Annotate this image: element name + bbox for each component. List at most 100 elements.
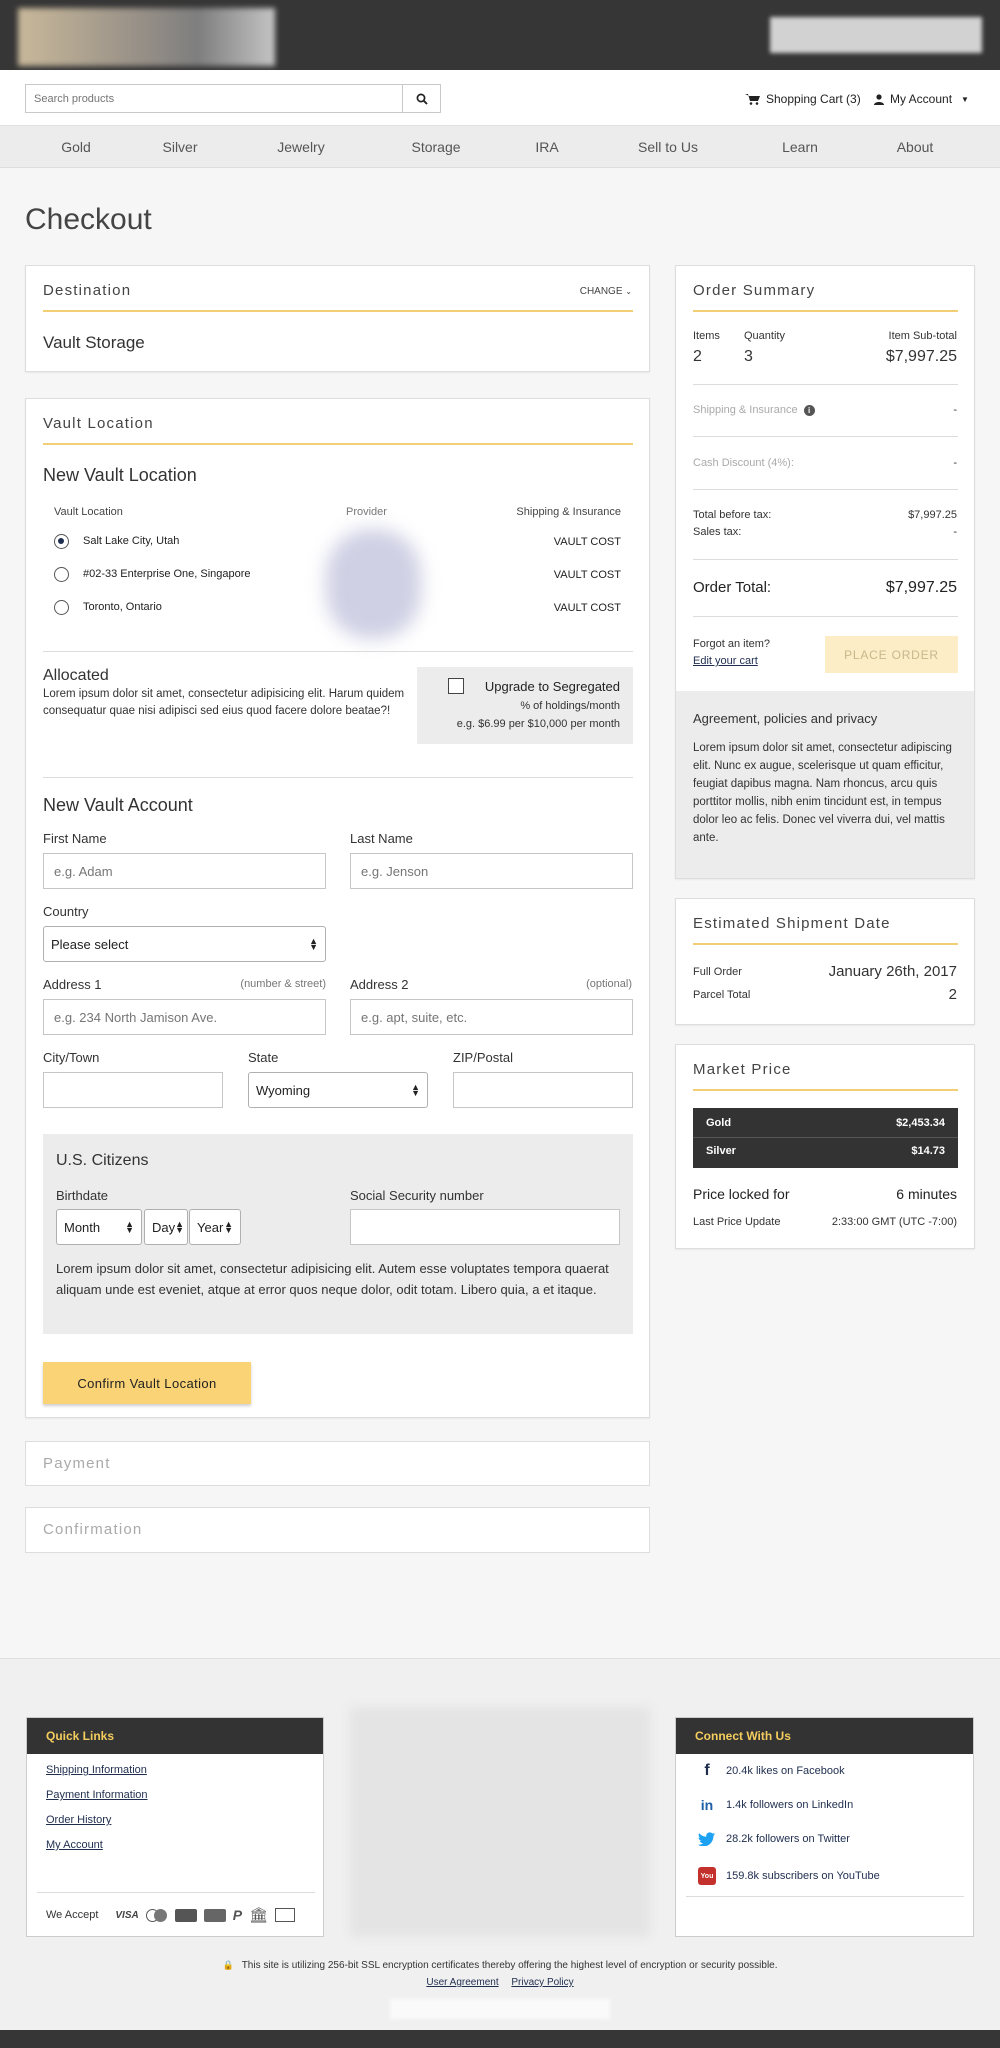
user-agreement-link[interactable]: User Agreement: [426, 1977, 498, 1988]
connect-title: Connect With Us: [676, 1718, 973, 1754]
birth-month-select[interactable]: Month ▲ ▼: [56, 1209, 142, 1245]
nav-item-learn[interactable]: Learn: [782, 139, 818, 155]
divider: [37, 1892, 315, 1893]
order-total-value: $7,997.25: [885, 579, 957, 596]
items-label: Items: [693, 330, 720, 342]
new-vault-location-heading: New Vault Location: [43, 465, 197, 485]
mastercard-icon: [145, 1908, 168, 1922]
location-cost: VAULT COST: [553, 602, 621, 614]
cart-label: Shopping Cart (3): [766, 92, 861, 106]
link-payment-information[interactable]: Payment Information: [46, 1789, 148, 1801]
upgrade-checkbox[interactable]: [448, 678, 464, 694]
items-value: 2: [693, 348, 702, 365]
address1-field[interactable]: [43, 999, 326, 1035]
user-icon: [874, 93, 884, 105]
confirmation-section[interactable]: Confirmation: [25, 1507, 650, 1553]
confirm-vault-location-button[interactable]: Confirm Vault Location: [43, 1362, 251, 1404]
shipping-label: Shipping & Insurance: [693, 404, 798, 416]
nav-item-ira[interactable]: IRA: [535, 139, 558, 155]
select-arrows-icon: ▲ ▼: [175, 1219, 185, 1235]
shipment-date-panel: Estimated Shipment Date Full Order Janua…: [675, 898, 975, 1025]
location-radio-salt-lake[interactable]: [54, 534, 69, 549]
column-shipping: Shipping & Insurance: [516, 506, 621, 518]
country-select[interactable]: Please select ▲ ▼: [43, 926, 326, 962]
payment-section[interactable]: Payment: [25, 1441, 650, 1486]
divider: [693, 489, 958, 490]
select-arrows-icon: ▲ ▼: [224, 1219, 233, 1235]
divider: [693, 1089, 958, 1091]
logo[interactable]: [18, 8, 275, 66]
link-my-account[interactable]: My Account: [46, 1839, 148, 1851]
confirmation-title: Confirmation: [43, 1521, 143, 1538]
last-update-label: Last Price Update: [693, 1216, 781, 1228]
top-header: [0, 0, 1000, 70]
nav-item-about[interactable]: About: [897, 139, 934, 155]
country-label: Country: [43, 904, 89, 919]
allocated-text: Lorem ipsum dolor sit amet, consectetur …: [43, 688, 405, 717]
youtube-link[interactable]: You 159.8k subscribers on YouTube: [698, 1867, 880, 1885]
us-citizens-text: Lorem ipsum dolor sit amet, consectetur …: [56, 1261, 609, 1297]
link-shipping-information[interactable]: Shipping Information: [46, 1764, 148, 1776]
birth-day-select[interactable]: Day ▲ ▼: [144, 1209, 188, 1245]
shipping-value: -: [953, 404, 957, 416]
city-field[interactable]: [43, 1072, 223, 1108]
youtube-icon: You: [698, 1867, 716, 1885]
divider: [43, 310, 633, 312]
link-order-history[interactable]: Order History: [46, 1814, 148, 1826]
nav-item-silver[interactable]: Silver: [162, 139, 197, 155]
address2-field[interactable]: [350, 999, 633, 1035]
edit-cart-link[interactable]: Edit your cart: [693, 655, 758, 667]
linkedin-label: 1.4k followers on LinkedIn: [726, 1799, 854, 1811]
forgot-item-text: Forgot an item?: [693, 638, 771, 650]
info-icon[interactable]: i: [803, 404, 815, 416]
my-account-menu[interactable]: My Account ▼: [874, 92, 969, 106]
chevron-down-icon: ▼: [961, 94, 969, 104]
column-vault-location: Vault Location: [54, 506, 123, 518]
state-select[interactable]: Wyoming ▲ ▼: [248, 1072, 428, 1108]
place-order-button[interactable]: PLACE ORDER: [825, 636, 958, 673]
nav-item-gold[interactable]: Gold: [61, 139, 91, 155]
quick-links-card: Quick Links Shipping Information Payment…: [26, 1717, 324, 1937]
state-value: Wyoming: [256, 1082, 311, 1098]
location-radio-toronto[interactable]: [54, 600, 69, 615]
search-button[interactable]: [402, 84, 441, 113]
ssn-field[interactable]: [350, 1209, 620, 1245]
gold-label: Gold: [706, 1117, 732, 1129]
birthdate-label: Birthdate: [56, 1188, 109, 1203]
facebook-link[interactable]: f 20.4k likes on Facebook: [698, 1762, 844, 1780]
birth-year-select[interactable]: Year ▲ ▼: [189, 1209, 241, 1245]
main-nav: Gold Silver Jewelry Storage IRA Sell to …: [0, 125, 1000, 168]
change-label: CHANGE: [579, 286, 623, 297]
location-name: #02-33 Enterprise One, Singapore: [83, 568, 251, 580]
privacy-policy-link[interactable]: Privacy Policy: [511, 1977, 573, 1988]
zip-field[interactable]: [453, 1072, 633, 1108]
copyright-area: [390, 1999, 610, 2019]
order-total-label: Order Total:: [693, 579, 772, 596]
payment-title: Payment: [43, 1455, 111, 1472]
location-radio-singapore[interactable]: [54, 567, 69, 582]
order-summary-title: Order Summary: [693, 282, 816, 299]
price-table: Gold $2,453.34 Silver $14.73: [693, 1108, 958, 1168]
linkedin-link[interactable]: in 1.4k followers on LinkedIn: [698, 1797, 853, 1813]
linkedin-icon: in: [700, 1797, 714, 1813]
shopping-cart-link[interactable]: Shopping Cart (3): [745, 92, 861, 106]
twitter-link[interactable]: 28.2k followers on Twitter: [698, 1832, 850, 1846]
last-name-field[interactable]: [350, 853, 633, 889]
month-value: Month: [64, 1219, 101, 1235]
us-citizens-title: U.S. Citizens: [56, 1152, 149, 1169]
search-input[interactable]: [25, 84, 403, 113]
nav-item-jewelry[interactable]: Jewelry: [277, 139, 324, 155]
paypal-icon: P: [232, 1907, 243, 1923]
allocated-title: Allocated: [43, 667, 109, 684]
nav-item-sell-to-us[interactable]: Sell to Us: [638, 139, 698, 155]
price-locked-value: 6 minutes: [896, 1186, 957, 1202]
footer-promo-card: [350, 1707, 650, 1937]
bottom-bar: [0, 2030, 1000, 2048]
nav-item-storage[interactable]: Storage: [411, 139, 460, 155]
upgrade-rate: % of holdings/month: [520, 700, 620, 712]
first-name-field[interactable]: [43, 853, 326, 889]
subtotal-label: Item Sub-total: [888, 330, 957, 342]
change-button[interactable]: CHANGE ⌄: [580, 286, 632, 297]
address1-hint: (number & street): [240, 978, 326, 990]
bank-icon: 🏛: [249, 1907, 269, 1924]
